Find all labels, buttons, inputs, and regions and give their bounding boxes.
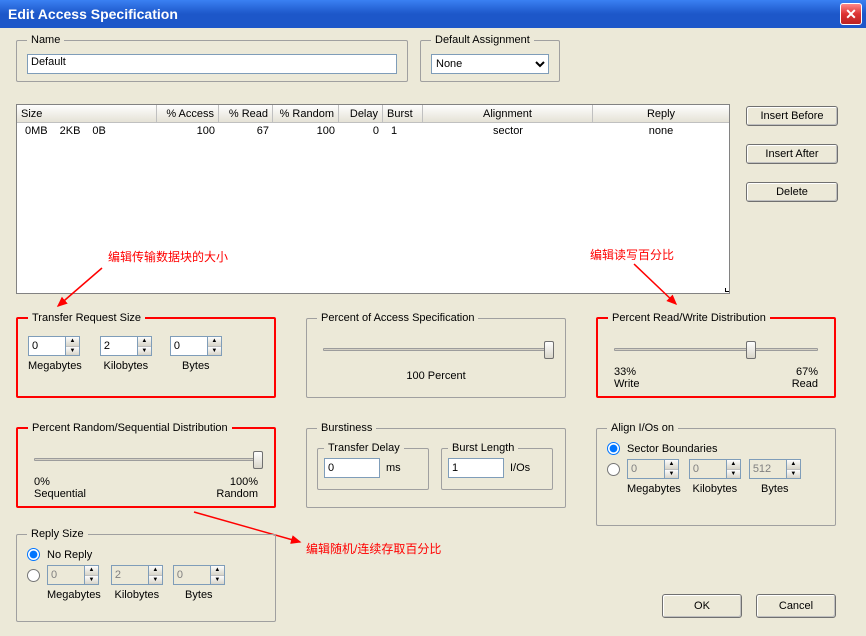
annotation-size: 编辑传输数据块的大小 bbox=[108, 248, 228, 265]
window-title: Edit Access Specification bbox=[8, 6, 840, 22]
table-header: Size % Access % Read % Random Delay Burs… bbox=[17, 105, 729, 123]
burst-length-input[interactable] bbox=[448, 458, 504, 478]
name-legend: Name bbox=[27, 34, 64, 46]
name-group: Name Default bbox=[16, 34, 408, 82]
align-sector-radio[interactable] bbox=[607, 442, 620, 455]
readwrite-group: Percent Read/Write Distribution 33% Writ… bbox=[596, 312, 836, 398]
transfer-size-group: Transfer Request Size ▲▼ Megabytes ▲▼ Ki… bbox=[16, 312, 276, 398]
reply-size-radio[interactable] bbox=[27, 569, 40, 582]
th-size[interactable]: Size bbox=[17, 105, 157, 122]
transfer-delay-input[interactable] bbox=[324, 458, 380, 478]
align-mb-spinner[interactable]: ▲▼ bbox=[627, 459, 679, 479]
align-bytes-radio[interactable] bbox=[607, 463, 620, 476]
pct-access-value: 100 Percent bbox=[317, 370, 555, 382]
noreply-radio[interactable] bbox=[27, 548, 40, 561]
align-b-spinner[interactable]: ▲▼ bbox=[749, 459, 801, 479]
pct-access-legend: Percent of Access Specification bbox=[317, 312, 478, 324]
align-kb-spinner[interactable]: ▲▼ bbox=[689, 459, 741, 479]
assignment-group: Default Assignment None bbox=[420, 34, 560, 82]
burstiness-legend: Burstiness bbox=[317, 422, 376, 434]
th-random[interactable]: % Random bbox=[273, 105, 339, 122]
transfer-b-spinner[interactable]: ▲▼ bbox=[170, 336, 222, 356]
table-row[interactable]: 0MB 2KB 0B 100 67 100 0 1 sector none bbox=[17, 123, 729, 139]
assignment-select[interactable]: None bbox=[431, 54, 549, 74]
delete-button[interactable]: Delete bbox=[746, 182, 838, 202]
assignment-legend: Default Assignment bbox=[431, 34, 534, 46]
randseq-legend: Percent Random/Sequential Distribution bbox=[28, 422, 232, 434]
titlebar: Edit Access Specification ✕ bbox=[0, 0, 866, 28]
th-reply[interactable]: Reply bbox=[593, 105, 729, 122]
reply-kb-spinner[interactable]: ▲▼ bbox=[111, 565, 163, 585]
randseq-slider[interactable] bbox=[34, 448, 258, 470]
list-corner-icon bbox=[725, 288, 729, 292]
pct-access-group: Percent of Access Specification 100 Perc… bbox=[306, 312, 566, 398]
reply-group: Reply Size No Reply ▲▼ Megabytes ▲▼ Kilo… bbox=[16, 528, 276, 622]
th-delay[interactable]: Delay bbox=[339, 105, 383, 122]
readwrite-slider[interactable] bbox=[614, 338, 818, 360]
annotation-rand: 编辑随机/连续存取百分比 bbox=[306, 540, 441, 557]
name-input[interactable] bbox=[27, 54, 397, 74]
insert-after-button[interactable]: Insert After bbox=[746, 144, 838, 164]
cancel-button[interactable]: Cancel bbox=[756, 594, 836, 618]
th-alignment[interactable]: Alignment bbox=[423, 105, 593, 122]
insert-before-button[interactable]: Insert Before bbox=[746, 106, 838, 126]
align-group: Align I/Os on Sector Boundaries ▲▼ Megab… bbox=[596, 422, 836, 526]
align-legend: Align I/Os on bbox=[607, 422, 678, 434]
th-read[interactable]: % Read bbox=[219, 105, 273, 122]
randseq-group: Percent Random/Sequential Distribution 0… bbox=[16, 422, 276, 508]
readwrite-legend: Percent Read/Write Distribution bbox=[608, 312, 770, 324]
pct-access-slider[interactable] bbox=[323, 338, 549, 360]
transfer-mb-spinner[interactable]: ▲▼ bbox=[28, 336, 80, 356]
transfer-size-legend: Transfer Request Size bbox=[28, 312, 145, 324]
th-access[interactable]: % Access bbox=[157, 105, 219, 122]
th-burst[interactable]: Burst bbox=[383, 105, 423, 122]
reply-b-spinner[interactable]: ▲▼ bbox=[173, 565, 225, 585]
reply-mb-spinner[interactable]: ▲▼ bbox=[47, 565, 99, 585]
annotation-rw: 编辑读写百分比 bbox=[590, 246, 674, 263]
reply-legend: Reply Size bbox=[27, 528, 88, 540]
transfer-kb-spinner[interactable]: ▲▼ bbox=[100, 336, 152, 356]
spec-table[interactable]: Size % Access % Read % Random Delay Burs… bbox=[16, 104, 730, 294]
burstiness-group: Burstiness Transfer Delay ms Burst Lengt… bbox=[306, 422, 566, 508]
close-icon[interactable]: ✕ bbox=[840, 3, 862, 25]
ok-button[interactable]: OK bbox=[662, 594, 742, 618]
